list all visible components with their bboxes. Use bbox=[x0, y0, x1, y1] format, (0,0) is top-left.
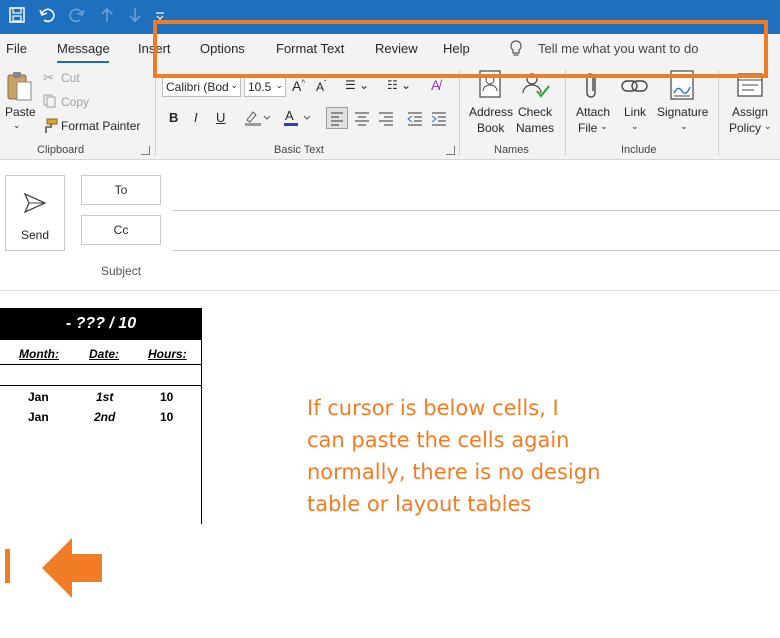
font-name-dropdown[interactable]: Calibri (Bod ⌄ bbox=[162, 77, 241, 97]
format-painter-button[interactable]: Format Painter bbox=[61, 119, 140, 133]
underline-button[interactable]: U bbox=[216, 110, 225, 125]
check-names-button[interactable]: Check bbox=[518, 105, 552, 119]
undo-icon[interactable] bbox=[36, 6, 58, 28]
address-book-button[interactable]: Address bbox=[469, 105, 513, 119]
table-rule bbox=[0, 385, 202, 386]
copy-icon bbox=[43, 94, 57, 111]
cc-button[interactable]: Cc bbox=[81, 215, 161, 245]
send-icon bbox=[23, 192, 47, 217]
italic-button[interactable]: I bbox=[194, 110, 198, 125]
attach-file-dropdown-icon[interactable]: ⌄ bbox=[600, 121, 608, 132]
highlight-icon[interactable] bbox=[243, 108, 271, 131]
copy-button[interactable]: Copy bbox=[61, 95, 89, 109]
text-cursor-marker bbox=[5, 549, 10, 583]
redo-icon[interactable] bbox=[66, 6, 88, 28]
font-size-value: 10.5 bbox=[248, 80, 272, 94]
cut-icon: ✂ bbox=[43, 70, 54, 85]
table-cell-date: 1st bbox=[96, 390, 114, 404]
decrease-indent-icon[interactable] bbox=[405, 108, 425, 131]
cc-input[interactable] bbox=[172, 250, 780, 251]
to-button[interactable]: To bbox=[81, 175, 161, 205]
table-cell-hours: 10 bbox=[160, 410, 174, 424]
paste-button[interactable]: Paste bbox=[5, 105, 36, 119]
table-cell-date: 2nd bbox=[94, 410, 116, 424]
assign-policy-button[interactable]: Assign bbox=[732, 105, 768, 119]
table-cell-hours: 10 bbox=[160, 390, 174, 404]
ribbon-separator bbox=[718, 70, 719, 156]
annotation-line: If cursor is below cells, I bbox=[307, 396, 559, 420]
clear-formatting-icon[interactable]: A̸ bbox=[431, 77, 440, 93]
subject-label: Subject bbox=[101, 264, 142, 278]
tab-message[interactable]: Message bbox=[57, 41, 110, 56]
annotation-highlight-box bbox=[153, 20, 768, 78]
link-button[interactable]: Link bbox=[624, 105, 646, 119]
column-header-month: Month: bbox=[19, 347, 59, 361]
column-header-hours: Hours: bbox=[148, 347, 187, 361]
shrink-font-icon[interactable]: Aˇ bbox=[316, 79, 327, 94]
ribbon-separator bbox=[155, 70, 156, 156]
font-size-dropdown[interactable]: 10.5 ⌄ bbox=[244, 77, 286, 97]
bullets-icon[interactable]: ☰ ⌄ bbox=[345, 78, 369, 92]
grow-font-icon[interactable]: A^ bbox=[292, 78, 305, 94]
ribbon: Paste ⌄ ✂ Cut Copy Format Painter Clipbo… bbox=[0, 64, 780, 160]
format-painter-icon bbox=[42, 118, 58, 137]
basic-text-launcher-icon[interactable] bbox=[446, 146, 455, 155]
to-input[interactable] bbox=[172, 210, 780, 211]
annotation-note: If cursor is below cells, I can paste th… bbox=[307, 392, 647, 520]
link-icon bbox=[620, 74, 650, 103]
attach-file-label: File bbox=[578, 121, 598, 135]
send-button[interactable]: Send bbox=[5, 175, 65, 251]
table-title: - ??? / 10 bbox=[0, 308, 202, 340]
paste-dropdown-icon[interactable]: ⌄ bbox=[13, 120, 21, 131]
numbering-icon[interactable]: ☷ ⌄ bbox=[387, 78, 411, 92]
down-arrow-icon[interactable] bbox=[124, 6, 146, 28]
annotation-line: normally, there is no design bbox=[307, 460, 601, 484]
assign-policy-label: Policy bbox=[729, 121, 762, 135]
assign-policy-dropdown-icon[interactable]: ⌄ bbox=[764, 121, 772, 132]
increase-indent-icon[interactable] bbox=[429, 108, 449, 131]
table-rule bbox=[0, 364, 202, 365]
compose-header: Send To Cc Subject bbox=[0, 161, 780, 291]
align-left-icon[interactable] bbox=[326, 107, 348, 129]
signature-dropdown-icon[interactable]: ⌄ bbox=[680, 121, 688, 132]
pasted-table[interactable]: - ??? / 10 Month: Date: Hours: Jan 1st 1… bbox=[0, 308, 202, 524]
tab-file[interactable]: File bbox=[6, 41, 27, 56]
link-dropdown-icon[interactable]: ⌄ bbox=[631, 121, 639, 132]
ribbon-separator bbox=[459, 70, 460, 156]
ribbon-separator bbox=[565, 70, 566, 156]
send-label: Send bbox=[20, 228, 50, 242]
svg-text:A: A bbox=[285, 108, 294, 123]
address-book-label: Book bbox=[477, 121, 505, 135]
align-center-icon[interactable] bbox=[352, 108, 372, 131]
signature-button[interactable]: Signature bbox=[657, 105, 708, 119]
include-group-label: Include bbox=[621, 144, 657, 156]
check-names-label: Names bbox=[516, 121, 555, 135]
table-cell-month: Jan bbox=[28, 390, 49, 404]
attach-file-button[interactable]: Attach bbox=[576, 105, 610, 119]
paste-icon[interactable] bbox=[5, 70, 33, 105]
names-group-label: Names bbox=[494, 144, 529, 156]
annotation-line: table or layout tables bbox=[307, 492, 532, 516]
clipboard-group-label: Clipboard bbox=[37, 144, 85, 156]
column-header-date: Date: bbox=[89, 347, 120, 361]
up-arrow-icon[interactable] bbox=[96, 6, 118, 28]
active-tab-indicator bbox=[57, 61, 109, 63]
bold-button[interactable]: B bbox=[169, 110, 178, 125]
font-name-value: Calibri (Bod bbox=[166, 80, 229, 94]
align-right-icon[interactable] bbox=[376, 108, 396, 131]
clipboard-launcher-icon[interactable] bbox=[141, 146, 150, 155]
save-icon[interactable] bbox=[6, 6, 28, 28]
basic-text-group-label: Basic Text bbox=[274, 144, 324, 156]
left-arrow-icon bbox=[42, 538, 104, 601]
font-color-icon[interactable]: A bbox=[283, 108, 313, 131]
cut-button[interactable]: Cut bbox=[61, 71, 80, 85]
annotation-line: can paste the cells again bbox=[307, 428, 570, 452]
table-cell-month: Jan bbox=[28, 410, 49, 424]
